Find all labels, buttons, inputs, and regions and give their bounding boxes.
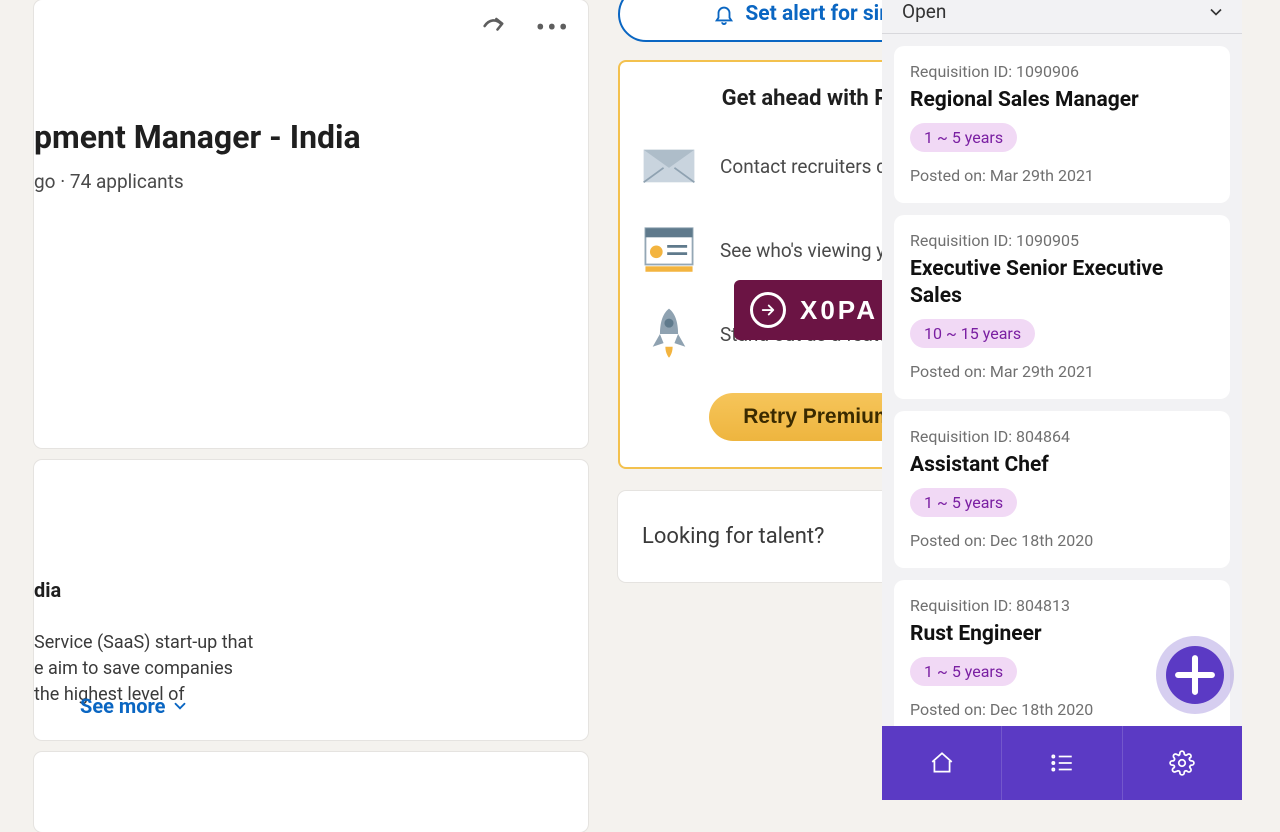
experience-pill: 1 ~ 5 years xyxy=(910,488,1017,517)
bottom-nav xyxy=(882,726,1242,800)
more-icon[interactable]: ••• xyxy=(536,14,570,42)
requisition-id: Requisition ID: 804864 xyxy=(910,427,1214,446)
nav-settings[interactable] xyxy=(1123,726,1242,800)
plus-icon xyxy=(1166,646,1224,704)
requisition-card[interactable]: Requisition ID: 804864 Assistant Chef 1 ~ … xyxy=(894,411,1230,568)
status-filter[interactable]: Open xyxy=(882,0,1242,34)
arrow-right-circle-icon xyxy=(750,292,786,328)
experience-pill: 1 ~ 5 years xyxy=(910,657,1017,686)
requisition-panel: Open Requisition ID: 1090906 Regional Sal… xyxy=(882,0,1242,800)
share-icon[interactable] xyxy=(480,12,508,44)
profile-views-icon xyxy=(640,221,698,279)
list-icon xyxy=(1049,750,1075,776)
bell-icon xyxy=(713,3,735,25)
requisition-list[interactable]: Requisition ID: 1090906 Regional Sales Ma… xyxy=(882,34,1242,726)
nav-list[interactable] xyxy=(1002,726,1122,800)
gear-icon xyxy=(1169,750,1195,776)
envelope-icon xyxy=(640,137,698,195)
job-meta: go · 74 applicants xyxy=(34,170,564,193)
requisition-card[interactable]: Requisition ID: 1090906 Regional Sales Ma… xyxy=(894,46,1230,203)
requisition-title: Regional Sales Manager xyxy=(910,87,1214,113)
nav-home[interactable] xyxy=(882,726,1002,800)
desc-heading: dia xyxy=(34,578,564,602)
talent-question: Looking for talent? xyxy=(642,524,824,549)
home-icon xyxy=(929,750,955,776)
job-detail-card: ••• pment Manager - India go · 74 applic… xyxy=(34,0,588,448)
requisition-id: Requisition ID: 1090906 xyxy=(910,62,1214,81)
posted-date: Posted on: Mar 29th 2021 xyxy=(910,362,1214,381)
status-label: Open xyxy=(902,0,946,23)
extra-card xyxy=(34,752,588,832)
rocket-icon xyxy=(640,305,698,363)
see-more-link[interactable]: See more xyxy=(80,694,189,718)
chevron-down-icon xyxy=(1206,2,1226,22)
add-requisition-button[interactable] xyxy=(1166,646,1224,704)
requisition-title: Executive Senior Executive Sales xyxy=(910,256,1214,309)
requisition-id: Requisition ID: 1090905 xyxy=(910,231,1214,250)
job-description-card: dia Service (SaaS) start-up that e aim t… xyxy=(34,460,588,740)
experience-pill: 1 ~ 5 years xyxy=(910,123,1017,152)
requisition-title: Assistant Chef xyxy=(910,452,1214,478)
posted-date: Posted on: Mar 29th 2021 xyxy=(910,166,1214,185)
posted-date: Posted on: Dec 18th 2020 xyxy=(910,531,1214,550)
experience-pill: 10 ~ 15 years xyxy=(910,319,1035,348)
job-title: pment Manager - India xyxy=(34,118,564,156)
requisition-title: Rust Engineer xyxy=(910,621,1214,647)
requisition-id: Requisition ID: 804813 xyxy=(910,596,1214,615)
requisition-card[interactable]: Requisition ID: 1090905 Executive Senior … xyxy=(894,215,1230,399)
